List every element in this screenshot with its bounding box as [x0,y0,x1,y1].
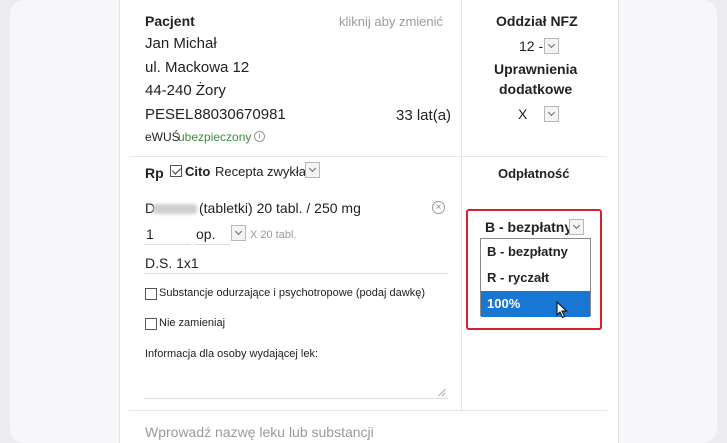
remove-drug-icon[interactable]: × [432,201,445,214]
substances-label: Substancje odurzające i psychotropowe (p… [159,287,425,299]
substances-checkbox[interactable] [145,288,157,300]
payment-chevron-down-icon[interactable] [569,219,584,235]
rp-label: Rp [145,165,164,181]
section-divider [129,156,607,157]
nfz-select-value[interactable]: 12 - [519,38,543,54]
patient-street: ul. Mackowa 12 [145,59,250,76]
patient-city: 44-240 Żory [145,82,226,99]
patient-age: 33 lat(a) [396,107,452,124]
payment-select-value[interactable]: B - bezpłatny [485,219,572,235]
nfz-chevron-down-icon[interactable] [544,38,559,54]
payment-option-b[interactable]: B - bezpłatny [481,239,590,265]
payment-option-r[interactable]: R - ryczałt [481,265,590,291]
section-divider [129,410,607,411]
payment-heading: Odpłatność [498,166,570,181]
pesel-label: PESEL [145,106,194,123]
permissions-select-value[interactable]: X [518,106,527,122]
drug-search-input[interactable]: Wprowadź nazwę leku lub substancji [145,424,374,440]
unit-hint: X 20 tabl. [250,229,297,241]
dispenser-info-label: Informacja dla osoby wydającej lek: [145,348,319,360]
dispenser-info-textarea-underline[interactable] [144,398,448,399]
mouse-cursor-icon [556,301,568,319]
cito-label: Cito [185,164,211,179]
change-patient-link[interactable]: kliknij aby zmienić [339,14,443,29]
quantity-value[interactable]: 1 [146,226,154,242]
resize-grip-icon[interactable] [438,388,446,396]
ewus-status: ubezpieczony [178,130,252,144]
payment-option-100[interactable]: 100% [481,291,590,317]
unit-underline [194,244,230,245]
permissions-chevron-down-icon[interactable] [544,106,559,122]
no-substitute-checkbox[interactable] [145,318,157,330]
column-divider [461,0,462,410]
info-icon[interactable] [254,131,265,142]
unit-value[interactable]: op. [196,226,215,242]
payment-dropdown-list: B - bezpłatny R - ryczałt 100% [480,238,591,317]
ewus-label: eWUŚ [145,130,180,144]
prescription-type-value[interactable]: Recepta zwykła [215,164,306,179]
dosage-underline [144,273,448,274]
permissions-heading-line1: Uprawnienia [494,61,578,77]
permissions-heading-line2: dodatkowe [499,81,573,97]
nfz-heading: Oddział NFZ [496,13,578,29]
patient-name: Jan Michał [145,35,217,52]
pesel-value: 88030670981 [194,106,286,123]
prescription-type-chevron-down-icon[interactable] [305,162,320,178]
no-substitute-label: Nie zamieniaj [159,317,226,329]
unit-chevron-down-icon[interactable] [231,225,246,241]
cito-checkbox[interactable] [170,165,182,177]
quantity-underline [144,244,191,245]
redacted-drug-name [153,204,197,214]
patient-heading: Pacjent [145,13,195,29]
drug-name-detail: (tabletki) 20 tabl. / 250 mg [199,200,361,216]
dosage-field[interactable]: D.S. 1x1 [145,255,199,271]
